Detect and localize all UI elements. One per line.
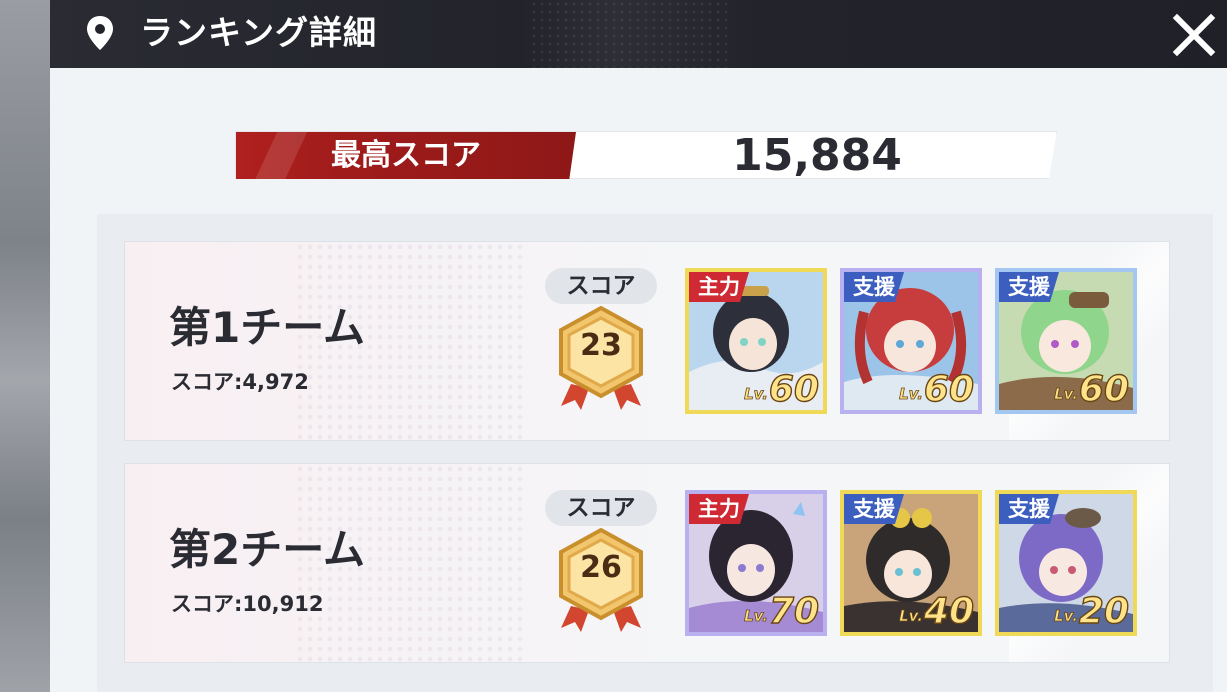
level-display: Lv. 20 <box>1054 588 1130 632</box>
team-score: スコア:10,912 <box>171 592 324 616</box>
level-label: Lv. <box>899 607 924 626</box>
role-tag: 支援 <box>999 494 1059 524</box>
team-card-1[interactable]: 第1チーム スコア:4,972 スコア 23 主力 Lv. 60 支援 Lv. … <box>124 241 1170 441</box>
rank-medal: 26 <box>553 527 649 634</box>
team-name: 第2チーム <box>169 525 365 574</box>
ranking-detail-dialog: ランキング詳細 最高スコア 15,884 第1チーム スコア:4,972 スコア <box>50 0 1227 692</box>
team-score: スコア:4,972 <box>171 370 309 394</box>
teams-panel: 第1チーム スコア:4,972 スコア 23 主力 Lv. 60 支援 Lv. … <box>97 214 1213 692</box>
character-slot-support-1[interactable]: 支援 Lv. 60 <box>840 268 982 414</box>
level-value: 20 <box>1078 591 1130 632</box>
rank-medal: 23 <box>553 305 649 412</box>
level-label: Lv. <box>1054 385 1079 404</box>
role-tag: 主力 <box>689 494 749 524</box>
close-icon <box>1172 13 1216 57</box>
level-value: 60 <box>1078 369 1130 410</box>
rank-number: 23 <box>580 328 622 363</box>
level-value: 70 <box>768 591 820 632</box>
dialog-title: ランキング詳細 <box>140 13 378 52</box>
role-tag: 支援 <box>844 272 904 302</box>
role-tag: 支援 <box>844 494 904 524</box>
location-pin-icon <box>87 16 113 50</box>
character-slot-support-2[interactable]: 支援 Lv. 60 <box>995 268 1137 414</box>
level-display: Lv. 60 <box>744 366 820 410</box>
character-slot-support-2[interactable]: 支援 Lv. 20 <box>995 490 1137 636</box>
rank-number: 26 <box>580 550 622 585</box>
level-display: Lv. 60 <box>1054 366 1130 410</box>
team-name: 第1チーム <box>169 303 365 352</box>
level-display: Lv. 40 <box>899 588 975 632</box>
level-label: Lv. <box>744 385 769 404</box>
level-display: Lv. 60 <box>899 366 975 410</box>
level-label: Lv. <box>744 607 769 626</box>
level-value: 40 <box>923 591 975 632</box>
score-pill: スコア <box>545 268 657 304</box>
level-display: Lv. 70 <box>744 588 820 632</box>
level-label: Lv. <box>899 385 924 404</box>
team-card-2[interactable]: 第2チーム スコア:10,912 スコア 26 主力 Lv. 70 支援 Lv.… <box>124 463 1170 663</box>
best-score-value: 15,884 <box>732 130 902 181</box>
score-pill: スコア <box>545 490 657 526</box>
best-score-banner: 最高スコア 15,884 <box>235 131 1057 179</box>
role-tag: 支援 <box>999 272 1059 302</box>
close-button[interactable] <box>1171 12 1217 58</box>
background-blur <box>0 0 50 692</box>
character-slot-support-1[interactable]: 支援 Lv. 40 <box>840 490 982 636</box>
title-bar: ランキング詳細 <box>50 0 1227 68</box>
level-label: Lv. <box>1054 607 1079 626</box>
character-slot-main[interactable]: 主力 Lv. 60 <box>685 268 827 414</box>
role-tag: 主力 <box>689 272 749 302</box>
best-score-label: 最高スコア <box>331 138 481 173</box>
character-slot-main[interactable]: 主力 Lv. 70 <box>685 490 827 636</box>
level-value: 60 <box>768 369 820 410</box>
level-value: 60 <box>923 369 975 410</box>
